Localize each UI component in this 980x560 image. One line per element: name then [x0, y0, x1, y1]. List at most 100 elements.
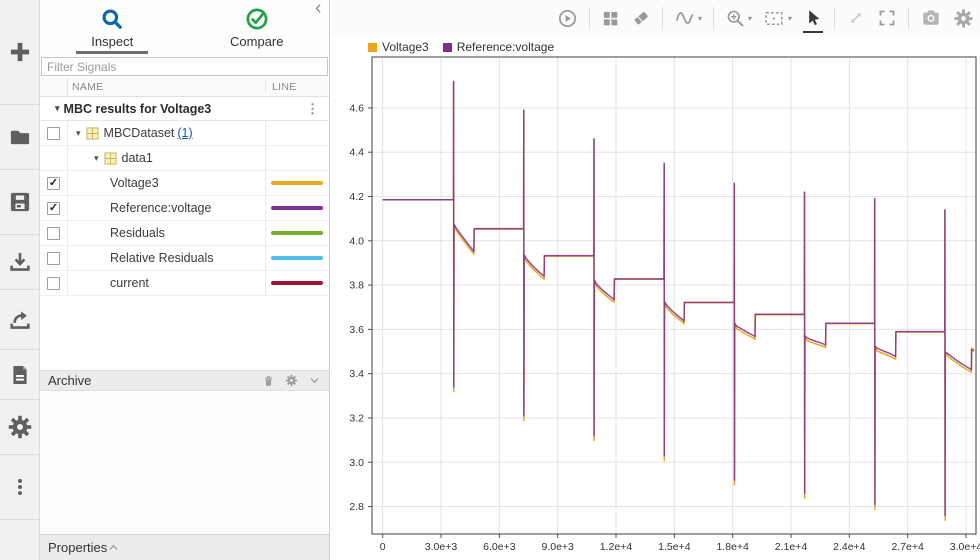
- more-button[interactable]: [0, 455, 39, 520]
- line-column-cell: [265, 246, 329, 270]
- signal-label[interactable]: Relative Residuals: [110, 251, 214, 265]
- signal-display-button[interactable]: ▾: [674, 7, 702, 29]
- fit-view-icon: [765, 11, 783, 25]
- signal-row[interactable]: current: [40, 271, 329, 296]
- collapse-caret-icon[interactable]: ▾: [94, 153, 99, 164]
- run-group-row[interactable]: ▾ MBC results for Voltage3 ⋮: [40, 97, 329, 121]
- signal-label[interactable]: current: [110, 276, 149, 290]
- legend-swatch: [442, 42, 452, 52]
- signal-visibility-checkbox[interactable]: ✓: [47, 176, 60, 190]
- plot-settings-button[interactable]: [953, 8, 974, 29]
- dropdown-caret-icon: ▾: [697, 13, 702, 23]
- preferences-button[interactable]: [0, 400, 39, 455]
- line-style-swatch[interactable]: [271, 281, 323, 285]
- floppy-disk-icon: [10, 192, 29, 212]
- signal-visibility-checkbox[interactable]: [47, 226, 60, 240]
- row-content: ▾ MBCDataset (1): [68, 121, 265, 145]
- properties-bar[interactable]: Properties: [40, 534, 329, 560]
- folder-icon: [10, 130, 29, 145]
- dropdown-caret-icon: ▾: [787, 13, 792, 23]
- archive-content-area: [40, 391, 329, 534]
- playback-icon: [558, 9, 577, 27]
- y-tick-label: 4.4: [349, 147, 364, 159]
- filter-row: [40, 56, 329, 78]
- signal-label[interactable]: Voltage3: [110, 176, 159, 190]
- simulation-data-inspector: Inspect Compare NAME LINE ▾ MBC results …: [0, 0, 980, 560]
- archive-bar[interactable]: Archive: [40, 370, 329, 391]
- open-button[interactable]: [0, 105, 39, 170]
- layout-button[interactable]: [601, 9, 620, 28]
- expand-plot-button[interactable]: [846, 8, 866, 28]
- playback-button[interactable]: [557, 8, 578, 29]
- archive-settings-gear-icon[interactable]: [285, 374, 298, 387]
- add-button[interactable]: [0, 0, 39, 105]
- name-column-header: NAME: [72, 81, 104, 93]
- compare-check-icon: [246, 8, 268, 30]
- tick-marks: [368, 107, 967, 538]
- signal-visibility-checkbox[interactable]: [47, 251, 60, 265]
- report-button[interactable]: [0, 350, 39, 400]
- magnifier-icon: [102, 9, 123, 29]
- signal-row[interactable]: ✓ Voltage3: [40, 171, 329, 196]
- line-style-swatch[interactable]: [271, 256, 323, 260]
- row-content: Residuals: [68, 221, 265, 245]
- snapshot-button[interactable]: [920, 7, 942, 29]
- row-menu-kebab-icon[interactable]: ⋮: [296, 102, 329, 115]
- checkbox-gutter: ✓: [40, 171, 68, 195]
- trash-icon[interactable]: [262, 374, 275, 388]
- collapse-panel-button[interactable]: [312, 2, 325, 20]
- line-column-cell: [265, 221, 329, 245]
- collapse-caret-icon[interactable]: ▾: [55, 103, 60, 114]
- dataset-row[interactable]: ▾ data1: [40, 146, 329, 171]
- checkbox-gutter: ✓: [40, 196, 68, 220]
- dataset-icon: [103, 151, 117, 165]
- y-tick-label: 4.6: [349, 102, 364, 114]
- signal-row[interactable]: ✓ Reference:voltage: [40, 196, 329, 221]
- time-plot[interactable]: 0 3.0e+3 6.0e+3 9.0e+3 1.2e+4 1.5e+4 1.8e+4 2.1…: [330, 36, 980, 560]
- line-style-swatch[interactable]: [271, 206, 323, 210]
- dataset-count-link[interactable]: (1): [177, 126, 192, 140]
- save-button[interactable]: [0, 170, 39, 235]
- fit-to-view-button[interactable]: ▾: [763, 8, 792, 29]
- signal-visibility-checkbox[interactable]: [47, 276, 60, 290]
- toolbar-separator: [661, 7, 663, 29]
- collapse-caret-icon[interactable]: ▾: [76, 128, 81, 139]
- signal-visibility-checkbox[interactable]: ✓: [47, 201, 60, 215]
- signal-row[interactable]: Residuals: [40, 221, 329, 246]
- zoom-button[interactable]: ▾: [725, 8, 752, 29]
- run-group-label: MBC results for Voltage3: [63, 101, 212, 116]
- filter-signals-input[interactable]: [41, 57, 328, 76]
- tab-compare[interactable]: Compare: [185, 0, 330, 56]
- tab-inspect[interactable]: Inspect: [40, 0, 185, 56]
- clear-plots-button[interactable]: [631, 8, 651, 28]
- signal-visibility-checkbox[interactable]: [47, 126, 60, 140]
- signal-label[interactable]: Residuals: [110, 226, 165, 240]
- legend-label: Reference:voltage: [456, 40, 555, 54]
- pointer-tool-button[interactable]: [803, 8, 823, 33]
- dataset-row[interactable]: ▾ MBCDataset (1): [40, 121, 329, 146]
- document-icon: [12, 365, 27, 384]
- export-button[interactable]: [0, 290, 39, 350]
- signal-label[interactable]: Reference:voltage: [110, 201, 211, 215]
- app-sidebar: [0, 0, 40, 560]
- line-style-swatch[interactable]: [271, 231, 323, 235]
- import-button[interactable]: [0, 235, 39, 290]
- fullscreen-button[interactable]: [877, 8, 897, 28]
- row-content: ▾ data1: [68, 146, 265, 170]
- y-tick-label: 3.0: [349, 457, 364, 469]
- row-content: Reference:voltage: [68, 196, 265, 220]
- plot-legend: Voltage3 Reference:voltage: [368, 40, 554, 54]
- signal-row[interactable]: Relative Residuals: [40, 246, 329, 271]
- expand-diagonal-icon: [850, 12, 862, 24]
- archive-label: Archive: [48, 373, 92, 388]
- chevron-down-icon[interactable]: [308, 374, 321, 387]
- line-style-swatch[interactable]: [271, 181, 323, 185]
- series-Reference:voltage: [382, 80, 975, 517]
- gear-icon: [8, 415, 31, 439]
- signal-panel: Inspect Compare NAME LINE ▾ MBC results …: [40, 0, 330, 560]
- y-tick-label: 3.2: [349, 412, 364, 424]
- legend-item[interactable]: Reference:voltage: [442, 40, 555, 54]
- legend-item[interactable]: Voltage3: [368, 40, 429, 54]
- chevron-up-icon: [109, 544, 118, 550]
- layout-grid-icon: [603, 11, 618, 25]
